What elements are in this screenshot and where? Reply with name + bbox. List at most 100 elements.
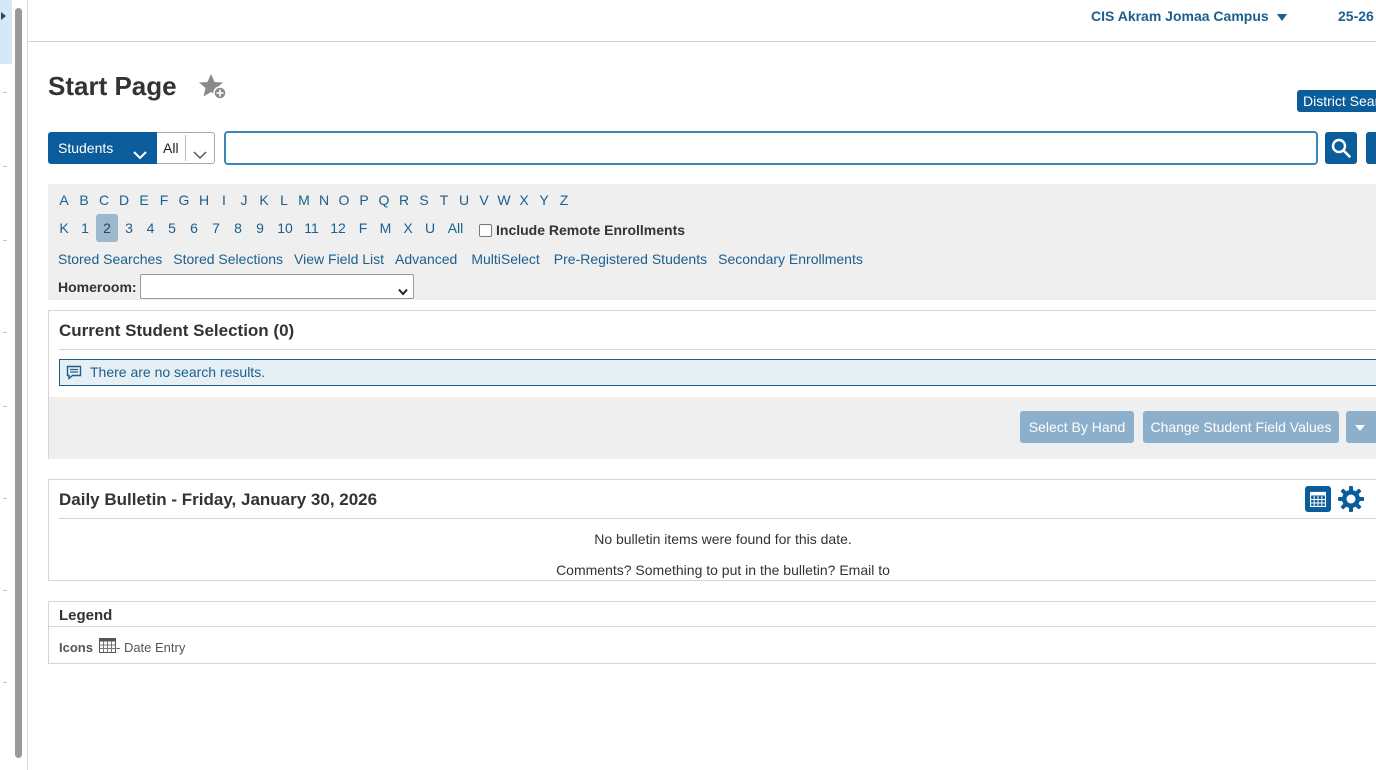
expand-caret-icon[interactable] — [1, 12, 6, 20]
letter-filter-b[interactable]: B — [74, 190, 94, 210]
letter-filter-u[interactable]: U — [454, 190, 474, 210]
selection-title: Current Student Selection (0) — [59, 321, 295, 340]
grade-filter-select[interactable]: All — [157, 132, 215, 164]
grade-filter-4[interactable]: 4 — [140, 214, 161, 242]
link-pre-registered-students[interactable]: Pre-Registered Students — [554, 251, 707, 267]
letter-filter-q[interactable]: Q — [374, 190, 394, 210]
letter-filter-w[interactable]: W — [494, 190, 514, 210]
grade-filter-8[interactable]: 8 — [227, 214, 249, 242]
campus-select[interactable]: CIS Akram Jomaa Campus — [1091, 8, 1287, 24]
grade-filter-x[interactable]: X — [397, 214, 419, 242]
letter-filter-z[interactable]: Z — [554, 190, 574, 210]
grade-filter-6[interactable]: 6 — [183, 214, 205, 242]
link-multiselect[interactable]: MultiSelect — [471, 251, 539, 267]
alphabet-filter-row: ABCDEFGHIJKLMNOPQRSTUVWXYZ — [54, 190, 574, 210]
district-search-button[interactable]: District Search — [1297, 90, 1376, 112]
letter-filter-i[interactable]: I — [214, 190, 234, 210]
letter-filter-s[interactable]: S — [414, 190, 434, 210]
search-button[interactable] — [1325, 132, 1357, 164]
grade-filter-2[interactable]: 2 — [96, 214, 118, 242]
grade-filter-10[interactable]: 10 — [271, 214, 299, 242]
link-view-field-list[interactable]: View Field List — [294, 251, 384, 267]
term-select[interactable]: 25-26 — [1338, 8, 1374, 24]
grade-filter-9[interactable]: 9 — [249, 214, 271, 242]
select-by-hand-button[interactable]: Select By Hand — [1020, 411, 1134, 443]
letter-filter-e[interactable]: E — [134, 190, 154, 210]
grade-filter-f[interactable]: F — [352, 214, 374, 242]
grade-filter-3[interactable]: 3 — [118, 214, 140, 242]
bulletin-settings-button[interactable] — [1337, 485, 1365, 518]
letter-filter-y[interactable]: Y — [534, 190, 554, 210]
letter-filter-a[interactable]: A — [54, 190, 74, 210]
link-stored-searches[interactable]: Stored Searches — [58, 251, 162, 267]
link-stored-selections[interactable]: Stored Selections — [173, 251, 283, 267]
chevron-down-icon — [193, 142, 207, 172]
search-type-label: Students — [58, 140, 114, 156]
search-icon — [1331, 138, 1351, 158]
grade-filter-7[interactable]: 7 — [205, 214, 227, 242]
bulletin-title: Daily Bulletin - Friday, January 30, 202… — [59, 490, 378, 509]
letter-filter-f[interactable]: F — [154, 190, 174, 210]
legend-title: Legend — [59, 607, 113, 624]
letter-filter-r[interactable]: R — [394, 190, 414, 210]
search-input[interactable] — [224, 131, 1318, 165]
grade-filter-row: K 1 2 3 4 5 6 7 8 9 10 11 12 F M X U All — [54, 214, 470, 244]
letter-filter-k[interactable]: K — [254, 190, 274, 210]
include-remote-enrollments[interactable]: Include Remote Enrollments — [479, 222, 685, 238]
no-results-alert: There are no search results. — [59, 359, 1376, 386]
bulletin-empty-message: No bulletin items were found for this da… — [594, 531, 852, 547]
grade-filter-k[interactable]: K — [54, 214, 74, 242]
campus-name: CIS Akram Jomaa Campus — [1091, 8, 1269, 24]
letter-filter-h[interactable]: H — [194, 190, 214, 210]
grade-filter-m[interactable]: M — [374, 214, 397, 242]
rail-tick — [3, 590, 7, 591]
calendar-icon — [1310, 491, 1326, 507]
grade-filter-11[interactable]: 11 — [299, 214, 324, 242]
bulletin-comments-text: Comments? Something to put in the bullet… — [556, 562, 890, 578]
search-type-select[interactable]: Students — [48, 132, 157, 164]
chevron-down-icon — [133, 141, 147, 173]
top-bar: CIS Akram Jomaa Campus 25-26 — [28, 0, 1376, 42]
search-links-row: Stored Searches Stored Selections View Fie… — [58, 251, 863, 267]
letter-filter-c[interactable]: C — [94, 190, 114, 210]
rail-tick — [3, 406, 7, 407]
change-student-field-values-button[interactable]: Change Student Field Values — [1143, 411, 1339, 443]
grade-filter-12[interactable]: 12 — [324, 214, 352, 242]
grade-filter-all[interactable]: All — [441, 214, 470, 242]
grade-filter-1[interactable]: 1 — [74, 214, 96, 242]
legend-icons-label: Icons — [59, 640, 93, 655]
include-remote-checkbox[interactable] — [479, 224, 492, 237]
letter-filter-d[interactable]: D — [114, 190, 134, 210]
link-secondary-enrollments[interactable]: Secondary Enrollments — [718, 251, 863, 267]
divider — [49, 626, 1376, 627]
date-entry-icon — [99, 638, 116, 658]
link-advanced[interactable]: Advanced — [395, 251, 457, 267]
letter-filter-x[interactable]: X — [514, 190, 534, 210]
letter-filter-v[interactable]: V — [474, 190, 494, 210]
filter-panel: ABCDEFGHIJKLMNOPQRSTUVWXYZ K 1 2 3 4 5 6 7 8 9 10 1… — [48, 184, 1376, 300]
letter-filter-p[interactable]: P — [354, 190, 374, 210]
caret-down-icon — [1355, 425, 1365, 431]
left-rail — [0, 0, 28, 770]
gear-icon — [1338, 486, 1364, 512]
message-icon — [66, 365, 82, 381]
legend-date-entry-text: - Date Entry — [116, 640, 186, 655]
grade-filter-u[interactable]: U — [419, 214, 441, 242]
selection-actions-bar: Select By Hand Change Student Field Valu… — [49, 397, 1376, 459]
bulletin-calendar-button[interactable] — [1305, 486, 1331, 512]
letter-filter-g[interactable]: G — [174, 190, 194, 210]
caret-down-icon — [1276, 13, 1287, 21]
letter-filter-n[interactable]: N — [314, 190, 334, 210]
more-actions-button[interactable] — [1346, 411, 1376, 443]
homeroom-select[interactable] — [140, 274, 414, 299]
letter-filter-m[interactable]: M — [294, 190, 314, 210]
search-options-button[interactable] — [1366, 132, 1376, 164]
grade-filter-5[interactable]: 5 — [161, 214, 183, 242]
rail-tick — [3, 92, 7, 93]
letter-filter-j[interactable]: J — [234, 190, 254, 210]
left-rail-scrollbar[interactable] — [15, 8, 22, 758]
letter-filter-o[interactable]: O — [334, 190, 354, 210]
letter-filter-l[interactable]: L — [274, 190, 294, 210]
add-favorite-icon[interactable] — [198, 72, 228, 107]
letter-filter-t[interactable]: T — [434, 190, 454, 210]
